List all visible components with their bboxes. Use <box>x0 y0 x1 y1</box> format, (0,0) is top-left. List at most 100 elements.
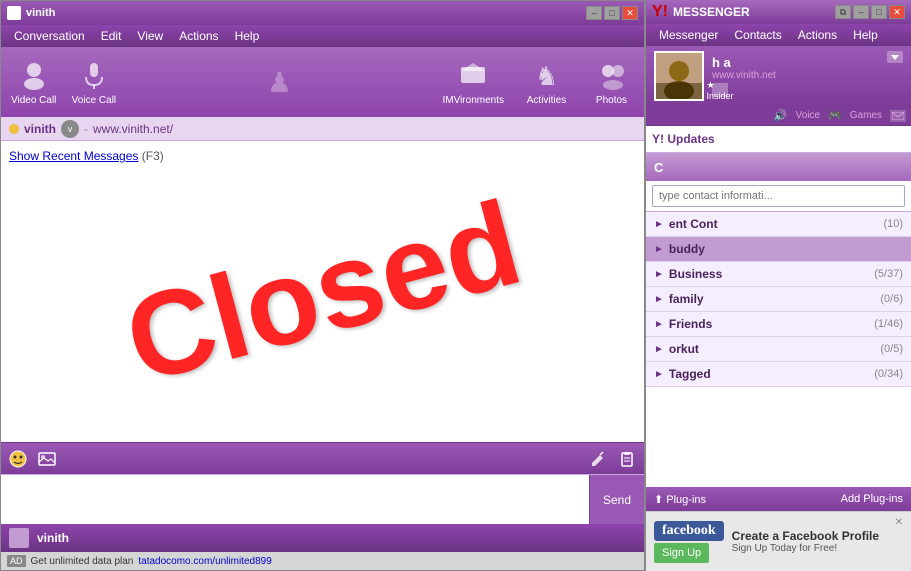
group-header-orkut[interactable]: ► orkut (0/5) <box>646 337 911 361</box>
edit-button[interactable] <box>586 448 610 470</box>
facebook-signup-button[interactable]: Sign Up <box>654 543 709 563</box>
games-icon: 🎮 <box>828 109 842 122</box>
group-arrow-business: ► <box>654 269 664 280</box>
messenger-minimize-button[interactable]: – <box>853 5 869 19</box>
group-name-recent: ent Cont <box>669 217 879 231</box>
message-input[interactable] <box>1 475 589 524</box>
menu-help[interactable]: Help <box>227 27 268 45</box>
group-header-buddy[interactable]: ► buddy <box>646 237 911 261</box>
user-website-link[interactable]: www.vinith.net/ <box>93 122 173 136</box>
group-name-friends: Friends <box>669 317 869 331</box>
updates-section: Y! Updates <box>646 126 911 153</box>
clipboard-button[interactable] <box>615 448 639 470</box>
group-orkut: ► orkut (0/5) <box>646 337 911 362</box>
messenger-maximize-button[interactable]: □ <box>871 5 887 19</box>
group-arrow-recent: ► <box>654 219 664 230</box>
menu-view[interactable]: View <box>129 27 171 45</box>
messenger-menu-actions[interactable]: Actions <box>790 26 845 44</box>
group-header-friends[interactable]: ► Friends (1/46) <box>646 312 911 336</box>
messenger-window-controls: ⧉ – □ ✕ <box>835 5 905 19</box>
show-recent-key: (F3) <box>142 149 164 163</box>
messenger-menu-help[interactable]: Help <box>845 26 886 44</box>
group-name-business: Business <box>669 267 869 281</box>
video-call-icon <box>18 59 50 91</box>
user-separator: - <box>84 122 88 136</box>
menu-conversation[interactable]: Conversation <box>6 27 93 45</box>
group-arrow-buddy: ► <box>654 244 664 255</box>
menu-actions[interactable]: Actions <box>171 27 226 45</box>
group-header-family[interactable]: ► family (0/6) <box>646 287 911 311</box>
messenger-menu-contacts[interactable]: Contacts <box>726 26 789 44</box>
facebook-ad: facebook Sign Up Create a Facebook Profi… <box>646 511 911 571</box>
profile-name: h a <box>712 55 879 70</box>
plugins-bar: ⬆ Plug-ins Add Plug-ins <box>646 487 911 511</box>
group-friends: ► Friends (1/46) <box>646 312 911 337</box>
minimize-button[interactable]: – <box>586 6 602 20</box>
imvironments-button[interactable]: IMVironments <box>442 59 504 106</box>
yahoo-logo: Y! <box>652 3 668 21</box>
plugins-label: ⬆ Plug-ins <box>654 493 706 506</box>
messenger-menu-messenger[interactable]: Messenger <box>651 26 726 44</box>
group-count-orkut: (0/5) <box>880 343 903 355</box>
group-name-family: family <box>669 292 875 306</box>
show-recent-messages-link[interactable]: Show Recent Messages <box>9 149 138 163</box>
fb-ad-close[interactable]: ✕ <box>895 517 903 528</box>
closed-watermark: Closed <box>111 173 533 410</box>
messenger-title-text: MESSENGER <box>673 5 750 19</box>
photos-button[interactable]: Photos <box>589 59 634 106</box>
profile-icons: ★ Insider <box>712 83 879 97</box>
fb-ad-title: Create a Facebook Profile <box>732 529 887 543</box>
title-bar: vinith – □ ✕ <box>1 1 644 25</box>
maximize-button[interactable]: □ <box>604 6 620 20</box>
send-button[interactable]: Send <box>589 475 644 524</box>
chat-user-name: vinith <box>24 122 56 136</box>
ad-link[interactable]: tatadocomo.com/unlimited899 <box>138 556 271 567</box>
group-arrow-tagged: ► <box>654 369 664 380</box>
group-header-business[interactable]: ► Business (5/37) <box>646 262 911 286</box>
messenger-panel: Y! MESSENGER ⧉ – □ ✕ Messenger Contacts … <box>645 0 911 571</box>
user-avatar-small: v <box>61 120 79 138</box>
menu-edit[interactable]: Edit <box>93 27 130 45</box>
chat-window: vinith – □ ✕ Conversation Edit View Acti… <box>0 0 645 571</box>
group-header-tagged[interactable]: ► Tagged (0/34) <box>646 362 911 386</box>
group-name-orkut: orkut <box>669 342 875 356</box>
photos-icon <box>596 59 628 91</box>
profile-link[interactable]: www.vinith.net <box>712 70 879 81</box>
voice-call-button[interactable]: Voice Call <box>71 59 116 106</box>
input-toolbar <box>1 442 644 474</box>
search-bar-container <box>646 181 911 212</box>
messenger-restore-button[interactable]: ⧉ <box>835 5 851 19</box>
group-header-recent[interactable]: ► ent Cont (10) <box>646 212 911 236</box>
group-arrow-friends: ► <box>654 319 664 330</box>
group-family: ► family (0/6) <box>646 287 911 312</box>
fb-ad-content: Create a Facebook Profile Sign Up Today … <box>732 529 887 554</box>
emoji-button[interactable] <box>6 448 30 470</box>
email-icon[interactable] <box>890 110 906 122</box>
messenger-title-bar: Y! MESSENGER ⧉ – □ ✕ <box>646 0 911 24</box>
status-name: vinith <box>37 531 69 545</box>
contact-search-input[interactable] <box>652 185 905 207</box>
updates-header: Y! Updates <box>652 130 905 148</box>
messenger-close-button[interactable]: ✕ <box>889 5 905 19</box>
group-arrow-orkut: ► <box>654 344 664 355</box>
add-plugins-button[interactable]: Add Plug-ins <box>841 493 903 505</box>
activities-button[interactable]: ♞ Activities <box>524 59 569 106</box>
contacts-header: C <box>646 153 911 181</box>
activities-icon: ♞ <box>531 59 563 91</box>
video-call-button[interactable]: Video Call <box>11 59 56 106</box>
imvironments-icon <box>457 59 489 91</box>
group-business: ► Business (5/37) <box>646 262 911 287</box>
games-label[interactable]: Games <box>850 110 882 121</box>
voice-call-icon <box>78 59 110 91</box>
voice-games-bar: 🔊 Voice 🎮 Games <box>646 106 911 126</box>
group-count-business: (5/37) <box>874 268 903 280</box>
window-title: vinith <box>26 7 55 19</box>
voice-icon: 🔊 <box>774 109 788 122</box>
image-button[interactable] <box>35 448 59 470</box>
group-buddy: ► buddy <box>646 237 911 262</box>
dropdown-arrow[interactable] <box>887 51 903 63</box>
ad-text: Get unlimited data plan <box>31 556 134 567</box>
close-button[interactable]: ✕ <box>622 6 638 20</box>
voice-label[interactable]: Voice <box>796 110 820 121</box>
insider-badge[interactable]: ★ Insider <box>712 83 728 97</box>
